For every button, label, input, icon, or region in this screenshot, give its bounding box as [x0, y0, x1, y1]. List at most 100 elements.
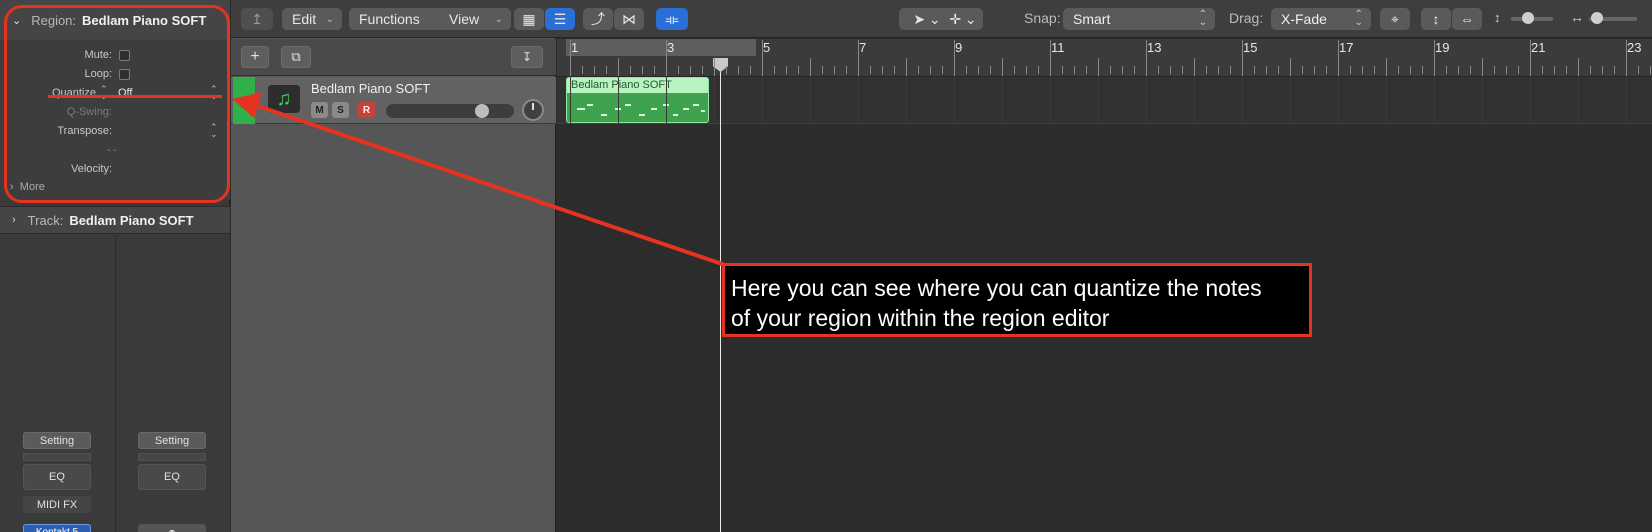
slot-left[interactable] — [23, 453, 91, 461]
ruler-subtick — [726, 66, 727, 74]
horizontal-zoom-icon[interactable]: ⇔ — [1452, 8, 1482, 30]
updown-icon: ⌃ ⌄ — [1354, 9, 1363, 28]
chevron-down-icon: ⌄ — [325, 13, 334, 25]
ruler-tick — [1578, 58, 1579, 76]
midi-fx-button[interactable]: MIDI FX — [23, 496, 91, 513]
waveform-zoom-icon[interactable]: ⌖ — [1380, 8, 1410, 30]
slot-right[interactable] — [138, 453, 206, 461]
chevron-right-icon[interactable]: › — [12, 214, 16, 226]
cycle-region[interactable] — [566, 39, 756, 56]
ruler-subtick — [882, 66, 883, 74]
track-label: Track: — [27, 212, 64, 228]
eq-button-right[interactable]: EQ — [138, 464, 206, 490]
bar-number: 13 — [1147, 40, 1162, 55]
edit-menu[interactable]: Edit ⌄ — [282, 8, 342, 30]
duplicate-track-icon[interactable]: ⧉ — [281, 46, 311, 68]
ruler-tick — [1146, 40, 1147, 76]
bar-number: 1 — [571, 40, 579, 55]
ruler-subtick — [1566, 66, 1567, 74]
ruler-subtick — [1314, 66, 1315, 74]
track-name[interactable]: Bedlam Piano SOFT — [311, 81, 430, 96]
grid-line — [1482, 77, 1483, 124]
catch-playhead-icon[interactable]: ⟚ — [656, 8, 688, 30]
ruler-subtick — [1446, 66, 1447, 74]
grid-line — [1050, 77, 1051, 124]
instrument-plugin-button[interactable]: Kontakt 5 — [23, 524, 91, 532]
drag-select[interactable]: X-Fade ⌃ ⌄ — [1271, 8, 1371, 30]
ruler-tick — [570, 40, 571, 76]
ruler-subtick — [822, 66, 823, 74]
chevron-down-icon: ⌄ — [494, 13, 503, 25]
ruler-subtick — [1602, 66, 1603, 74]
vertical-zoom-icon[interactable]: ↕ — [1421, 8, 1451, 30]
midi-note — [625, 104, 631, 106]
grid-line — [1002, 77, 1003, 124]
ruler-subtick — [1494, 66, 1495, 74]
view-menu-label: View — [449, 11, 480, 27]
ruler-subtick — [1470, 66, 1471, 74]
ruler-subtick — [1506, 66, 1507, 74]
bar-number: 17 — [1339, 40, 1354, 55]
ruler-tick — [762, 40, 763, 76]
ruler-subtick — [1206, 66, 1207, 74]
ruler-subtick — [1086, 66, 1087, 74]
ruler-tick — [1482, 58, 1483, 76]
track-lane[interactable] — [557, 77, 1652, 124]
ruler-subtick — [1638, 66, 1639, 74]
snap-select[interactable]: Smart ⌃ ⌄ — [1063, 8, 1215, 30]
ruler-subtick — [846, 66, 847, 74]
ruler-subtick — [1038, 66, 1039, 74]
volume-fader-knob[interactable] — [475, 104, 489, 118]
horizontal-arrows-icon: ↔ — [1570, 9, 1584, 25]
ruler-tick — [954, 40, 955, 76]
view-menu[interactable]: View ⌄ — [439, 8, 511, 30]
link-icon[interactable]: ⚭ — [138, 524, 206, 532]
add-track-icon[interactable]: + — [241, 46, 269, 68]
crossfade-icon[interactable]: ⋈ — [614, 8, 644, 30]
midi-note — [693, 104, 699, 106]
ruler-subtick — [930, 66, 931, 74]
ruler-tick — [1338, 40, 1339, 76]
import-icon[interactable]: ↧ — [511, 46, 543, 68]
playhead-line[interactable] — [720, 58, 721, 532]
list-view-icon[interactable]: ☰ — [545, 8, 575, 30]
track-header[interactable]: 1 ♫ Bedlam Piano SOFT M S R — [231, 77, 556, 124]
bar-number: 3 — [667, 40, 675, 55]
ruler-subtick — [1326, 66, 1327, 74]
ruler-tick — [906, 58, 907, 76]
ruler-subtick — [1218, 66, 1219, 74]
crosshair-tool-icon[interactable]: ✛ ⌄ — [943, 8, 983, 30]
functions-menu[interactable]: Functions ⌄ — [349, 8, 453, 30]
ruler-tick — [1530, 40, 1531, 76]
grid-view-icon[interactable]: ▦ — [514, 8, 544, 30]
setting-button-left[interactable]: Setting — [23, 432, 91, 449]
pan-knob[interactable] — [522, 99, 544, 121]
ruler-subtick — [1350, 66, 1351, 74]
ruler-subtick — [750, 66, 751, 74]
grid-line — [1290, 77, 1291, 124]
bar-number: 11 — [1051, 40, 1065, 55]
eq-button-left[interactable]: EQ — [23, 464, 91, 490]
ruler-tick — [1098, 58, 1099, 76]
arrow-up-icon[interactable]: ↥ — [241, 8, 273, 30]
automation-icon[interactable]: ⤴ — [583, 8, 613, 30]
ruler-subtick — [1230, 66, 1231, 74]
ruler-subtick — [654, 66, 655, 74]
track-inspector-header[interactable]: › Track: Bedlam Piano SOFT — [0, 206, 230, 234]
mute-button[interactable]: M — [311, 102, 328, 118]
vertical-zoom-knob[interactable] — [1522, 12, 1534, 24]
grid-line — [1242, 77, 1243, 124]
solo-button[interactable]: S — [332, 102, 349, 118]
volume-fader[interactable] — [386, 104, 514, 118]
track-number: 1 — [233, 77, 255, 124]
setting-button-right[interactable]: Setting — [138, 432, 206, 449]
ruler-subtick — [1650, 66, 1651, 74]
horizontal-zoom-knob[interactable] — [1591, 12, 1603, 24]
ruler-subtick — [1074, 66, 1075, 74]
ruler-tick — [1242, 40, 1243, 76]
midi-region[interactable]: Bedlam Piano SOFT — [566, 77, 709, 123]
ruler-subtick — [1518, 66, 1519, 74]
grid-line — [954, 77, 955, 124]
midi-note — [673, 114, 678, 116]
record-button[interactable]: R — [358, 102, 375, 118]
